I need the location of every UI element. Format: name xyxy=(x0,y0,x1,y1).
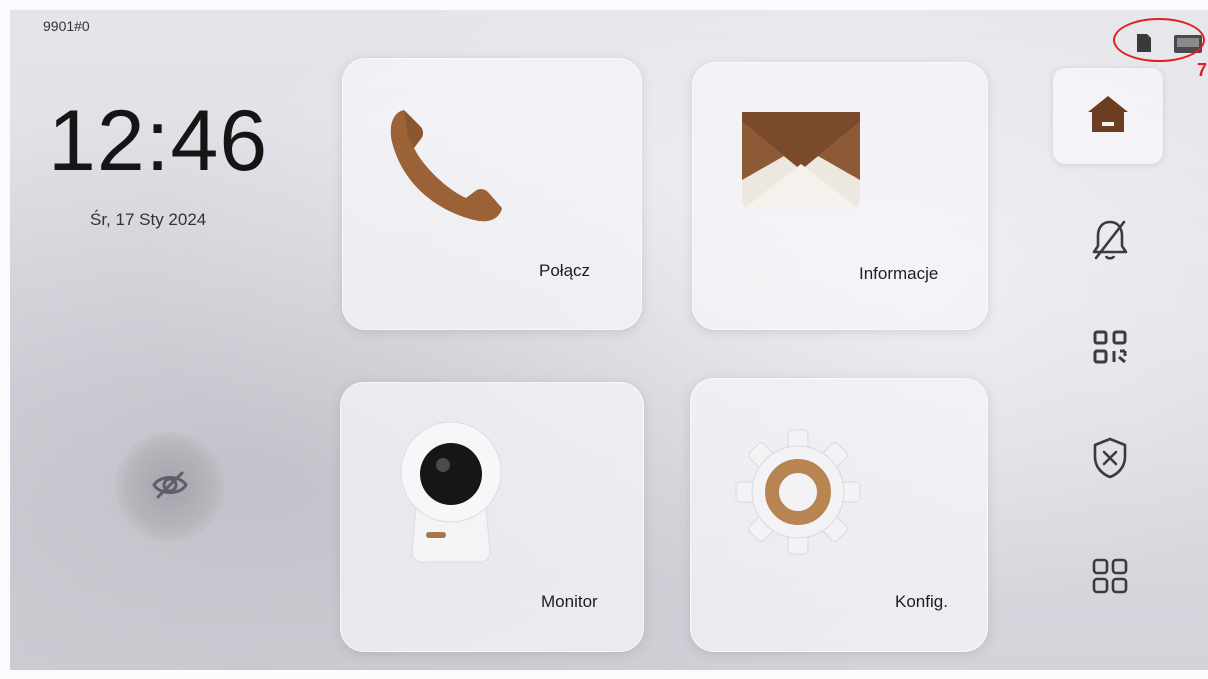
envelope-icon xyxy=(740,106,862,219)
nav-qr-code-button[interactable] xyxy=(1088,327,1132,371)
tile-call[interactable]: Połącz xyxy=(342,58,642,330)
nav-disarm-button[interactable] xyxy=(1088,437,1132,484)
screen: 9901#0 12:46 Śr, 17 Sty 2024 Połącz Info… xyxy=(10,10,1208,670)
eye-off-icon xyxy=(148,463,192,512)
privacy-toggle-button[interactable] xyxy=(115,432,225,542)
nav-home-button[interactable] xyxy=(1053,68,1163,164)
tile-settings-label: Konfig. xyxy=(895,592,948,611)
tile-call-label: Połącz xyxy=(539,261,591,280)
settings-gear-icon xyxy=(732,426,864,563)
nav-apps-button[interactable] xyxy=(1088,556,1132,600)
annotation-circle xyxy=(1113,18,1205,62)
annotation-mark: 7 xyxy=(1197,60,1208,80)
qr-code-icon xyxy=(1093,330,1127,369)
clock-time: 12:46 xyxy=(48,93,269,189)
camera-icon xyxy=(396,418,506,573)
home-icon xyxy=(1086,94,1130,139)
tile-information[interactable]: Informacje xyxy=(692,62,988,330)
device-id: 9901#0 xyxy=(43,18,90,34)
phone-icon xyxy=(382,100,512,235)
bell-off-icon xyxy=(1090,218,1130,267)
tile-settings[interactable]: Konfig. xyxy=(690,378,988,652)
tile-monitor[interactable]: Monitor xyxy=(340,382,644,652)
tile-monitor-label: Monitor xyxy=(541,592,598,611)
nav-do-not-disturb-button[interactable] xyxy=(1088,220,1132,264)
apps-grid-icon xyxy=(1092,558,1128,599)
clock-date: Śr, 17 Sty 2024 xyxy=(90,210,207,229)
tile-information-label: Informacje xyxy=(859,264,939,283)
shield-x-icon xyxy=(1091,437,1129,484)
